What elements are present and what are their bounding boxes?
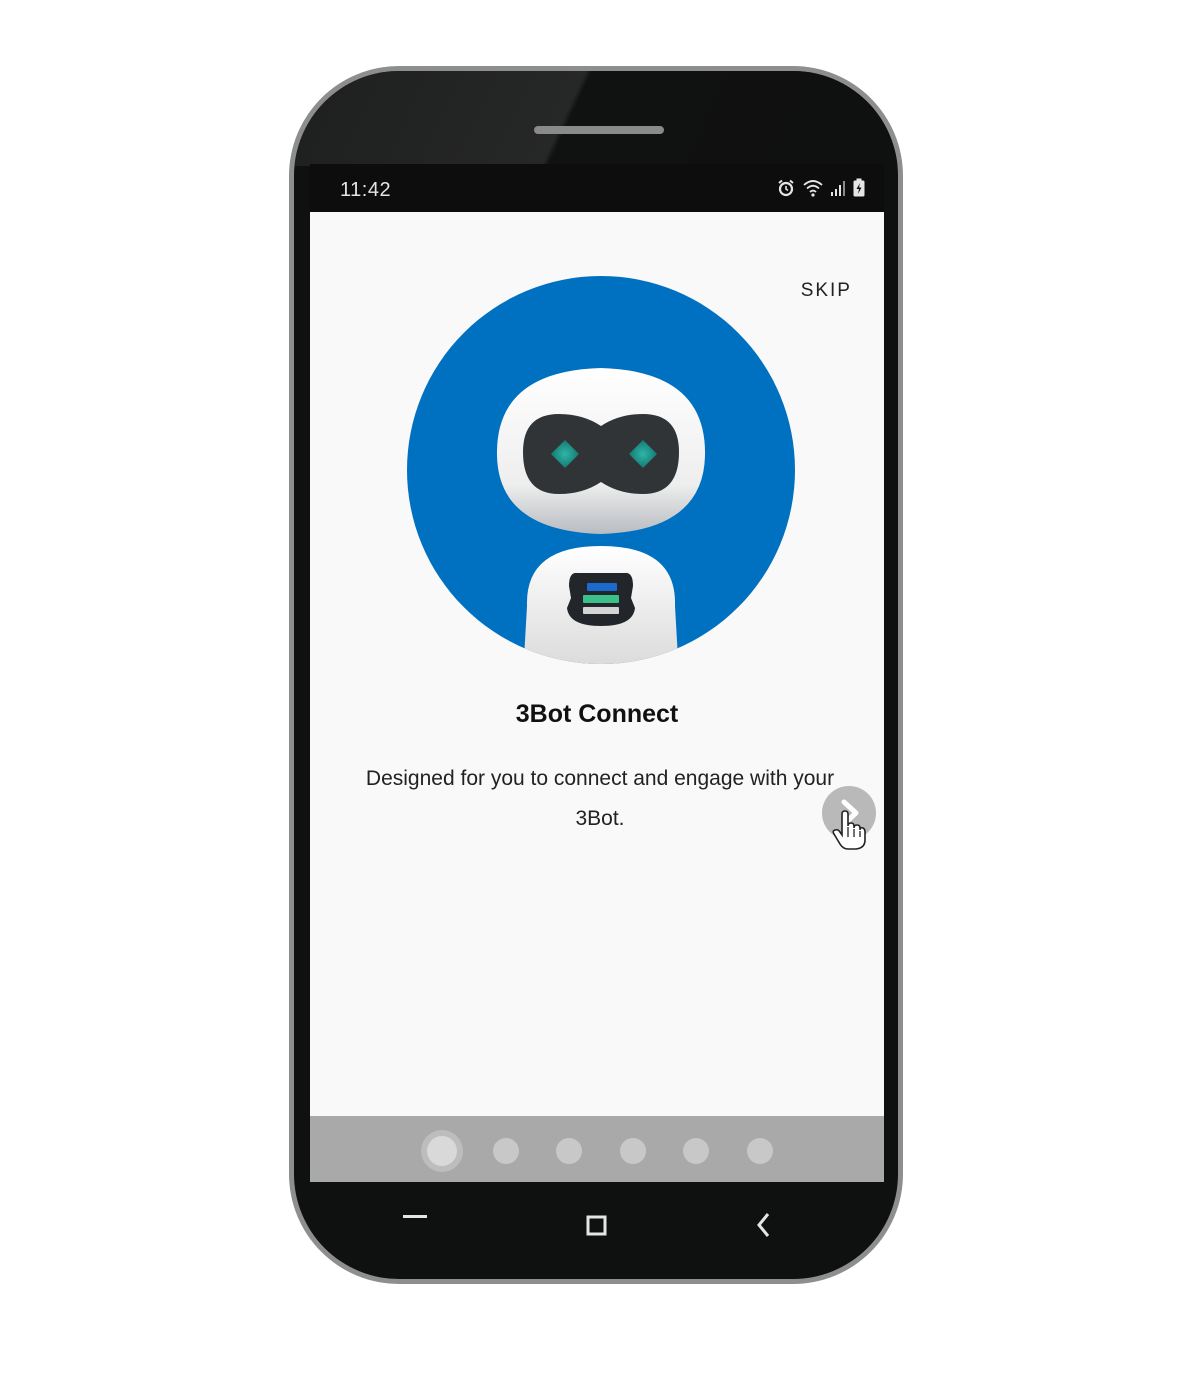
hand-pointer-icon <box>832 810 866 855</box>
status-bar: 11:42 <box>310 164 884 212</box>
home-square-icon <box>586 1215 607 1236</box>
speaker-grille <box>534 126 664 134</box>
signal-icon <box>830 178 846 198</box>
alarm-icon <box>776 178 796 198</box>
phone-body: 11:42 SKIP 3Bot Connect Designed for you… <box>294 71 898 1279</box>
page-description: Designed for you to connect and engage w… <box>365 767 835 830</box>
phone-screen: 11:42 SKIP 3Bot Connect Designed for you… <box>310 164 884 1182</box>
battery-charging-icon <box>852 178 866 198</box>
page-dot-4[interactable] <box>620 1138 646 1164</box>
home-button[interactable] <box>567 1191 627 1251</box>
page-dot-1[interactable] <box>427 1136 457 1166</box>
phone-frame: 11:42 SKIP 3Bot Connect Designed for you… <box>289 66 903 1284</box>
page-indicator <box>310 1116 884 1182</box>
recents-icon <box>403 1215 427 1218</box>
skip-button[interactable]: SKIP <box>801 280 852 302</box>
status-time: 11:42 <box>340 179 392 201</box>
page-dot-6[interactable] <box>747 1138 773 1164</box>
3bot-robot-logo <box>407 276 795 664</box>
recents-button[interactable] <box>386 1191 446 1251</box>
back-chevron-icon <box>757 1213 770 1237</box>
page-dot-2[interactable] <box>493 1138 519 1164</box>
back-button[interactable] <box>732 1191 792 1251</box>
wifi-icon <box>802 178 824 198</box>
page-dot-5[interactable] <box>683 1138 709 1164</box>
page-title: 3Bot Connect <box>515 700 679 728</box>
onboarding-screen: SKIP 3Bot Connect Designed for you to co… <box>310 212 884 1116</box>
page-dot-3[interactable] <box>556 1138 582 1164</box>
